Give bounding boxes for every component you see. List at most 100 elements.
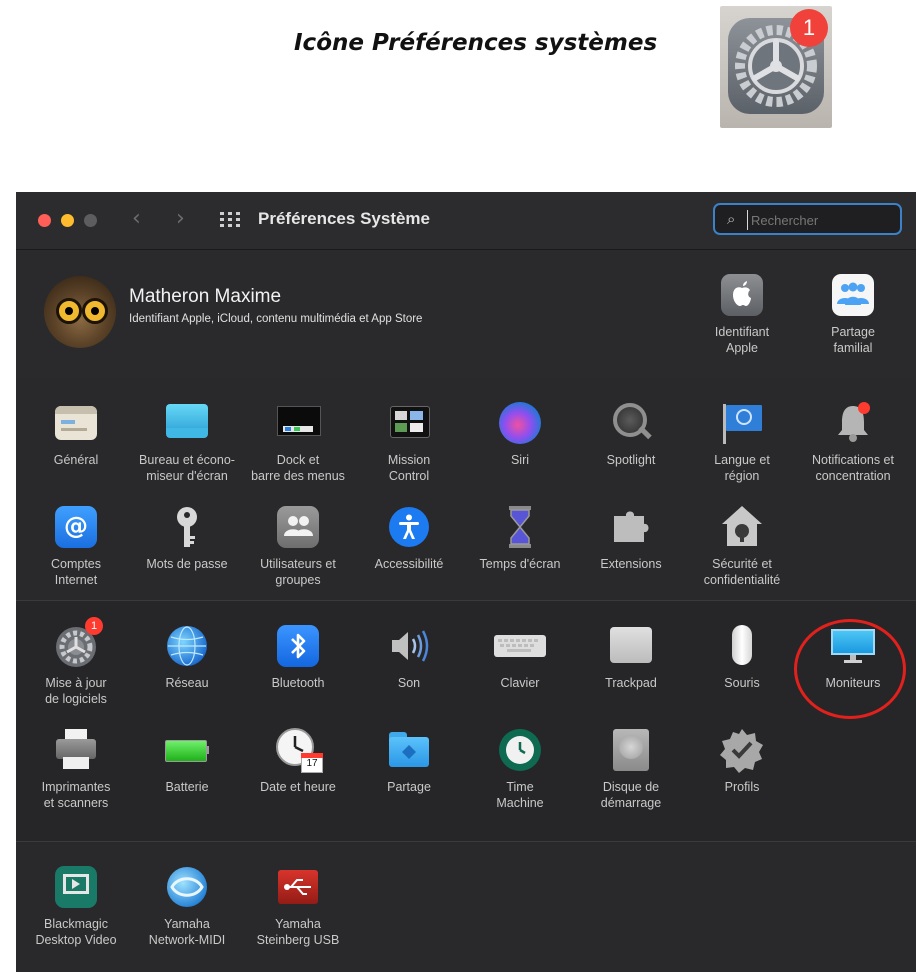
pane-apple-id[interactable]: Identifiant Apple <box>687 272 797 356</box>
pane-label: Langue et région <box>714 453 770 483</box>
pane-keyboard[interactable]: Clavier <box>465 623 575 691</box>
printers-scanners-icon <box>53 727 99 773</box>
pane-label: Time Machine <box>496 780 544 810</box>
back-icon[interactable]: ‹ <box>132 206 141 231</box>
startup-disk-icon <box>608 727 654 773</box>
dock-icon <box>275 400 321 446</box>
pane-label: Profils <box>724 780 760 794</box>
pane-internet-accounts[interactable]: @ Comptes Internet <box>21 504 131 588</box>
user-name[interactable]: Matheron Maxime <box>129 286 281 308</box>
pane-label: Partage <box>387 780 431 794</box>
pane-date-time[interactable]: 17 Date et heure <box>243 727 353 795</box>
pane-label: Batterie <box>165 780 209 794</box>
trackpad-icon <box>608 623 654 669</box>
close-button[interactable] <box>38 214 51 227</box>
pane-family-sharing[interactable]: Partage familial <box>798 272 908 356</box>
pane-label: Clavier <box>500 676 540 690</box>
user-subtitle: Identifiant Apple, iCloud, contenu multi… <box>129 313 423 325</box>
pane-battery[interactable]: Batterie <box>132 727 242 795</box>
third-party-preferences-section: Blackmagic Desktop Video Yamaha Network-… <box>16 842 916 972</box>
pane-software-update[interactable]: 1 Mise à jour de logiciels <box>21 617 131 707</box>
yamaha-steinberg-usb-icon <box>275 864 321 910</box>
pane-desktop-screensaver[interactable]: Bureau et écono- miseur d'écran <box>132 400 242 484</box>
pane-label: Spotlight <box>606 453 656 467</box>
pane-passwords[interactable]: Mots de passe <box>132 504 242 572</box>
highlight-circle <box>794 619 906 719</box>
pane-startup-disk[interactable]: Disque de démarrage <box>576 727 686 811</box>
sound-icon <box>386 623 432 669</box>
pane-sound[interactable]: Son <box>354 623 464 691</box>
search-field[interactable]: ⌕ <box>713 203 902 235</box>
siri-icon <box>497 400 543 446</box>
search-input[interactable] <box>747 210 899 230</box>
pane-extensions[interactable]: Extensions <box>576 504 686 572</box>
pane-yamaha-steinberg-usb[interactable]: Yamaha Steinberg USB <box>243 864 353 948</box>
pane-label: Dock et barre des menus <box>251 453 345 483</box>
pane-time-machine[interactable]: Time Machine <box>465 727 575 811</box>
pane-printers-scanners[interactable]: Imprimantes et scanners <box>21 727 131 811</box>
general-icon <box>53 400 99 446</box>
keyboard-icon <box>494 623 546 669</box>
battery-icon <box>164 727 210 773</box>
pane-security-privacy[interactable]: Sécurité et confidentialité <box>687 504 797 588</box>
spotlight-icon <box>608 400 654 446</box>
pane-label: Utilisateurs et groupes <box>260 557 336 587</box>
pane-label: Trackpad <box>605 676 657 690</box>
time-machine-icon <box>497 727 543 773</box>
pane-profiles[interactable]: Profils <box>687 727 797 795</box>
personal-preferences-section: Général Bureau et écono- miseur d'écran … <box>16 378 916 600</box>
pane-bluetooth[interactable]: Bluetooth <box>243 623 353 691</box>
minimize-button[interactable] <box>61 214 74 227</box>
pane-spotlight[interactable]: Spotlight <box>576 400 686 468</box>
desktop-screensaver-icon <box>164 400 210 446</box>
family-sharing-icon <box>830 272 876 318</box>
users-groups-icon <box>275 504 321 550</box>
pane-label: Date et heure <box>260 780 336 794</box>
pane-siri[interactable]: Siri <box>465 400 575 468</box>
zoom-button[interactable] <box>84 214 97 227</box>
pane-dock[interactable]: Dock et barre des menus <box>243 400 353 484</box>
pane-label: Temps d'écran <box>479 557 561 571</box>
pane-accessibility[interactable]: Accessibilité <box>354 504 464 572</box>
apple-id-section: Matheron Maxime Identifiant Apple, iClou… <box>16 250 916 378</box>
pane-network[interactable]: Réseau <box>132 623 242 691</box>
caption: Icône Préférences systèmes <box>294 30 658 56</box>
pane-label: Bluetooth <box>271 676 325 690</box>
date-time-icon: 17 <box>275 727 323 773</box>
pane-label: Mise à jour de logiciels <box>45 676 107 706</box>
pane-label: Son <box>397 676 421 690</box>
avatar[interactable] <box>44 276 116 348</box>
notifications-icon <box>830 400 876 446</box>
pane-screen-time[interactable]: Temps d'écran <box>465 504 575 572</box>
accessibility-icon <box>386 504 432 550</box>
pane-trackpad[interactable]: Trackpad <box>576 623 686 691</box>
pane-yamaha-midi[interactable]: Yamaha Network-MIDI <box>132 864 242 948</box>
hardware-preferences-section: 1 Mise à jour de logiciels Réseau Blueto… <box>16 601 916 841</box>
screen-time-icon <box>497 504 543 550</box>
pane-label: Disque de démarrage <box>600 780 662 810</box>
pane-label: Comptes Internet <box>50 557 102 587</box>
profiles-icon <box>719 727 765 773</box>
bluetooth-icon <box>275 623 321 669</box>
pane-mouse[interactable]: Souris <box>687 623 797 691</box>
pane-notifications[interactable]: Notifications et concentration <box>798 400 908 484</box>
network-icon <box>164 623 210 669</box>
pane-label: Partage familial <box>831 325 875 355</box>
forward-icon[interactable]: › <box>176 206 185 231</box>
passwords-icon <box>164 504 210 550</box>
pane-blackmagic[interactable]: Blackmagic Desktop Video <box>21 864 131 948</box>
pane-language-region[interactable]: Langue et région <box>687 400 797 484</box>
pane-label: Souris <box>724 676 760 690</box>
show-all-grid-icon[interactable] <box>220 212 240 228</box>
extensions-icon <box>608 504 654 550</box>
pane-users-groups[interactable]: Utilisateurs et groupes <box>243 504 353 588</box>
update-badge: 1 <box>85 617 103 635</box>
apple-id-icon <box>719 272 765 318</box>
pane-general[interactable]: Général <box>21 400 131 468</box>
pane-sharing[interactable]: Partage <box>354 727 464 795</box>
pane-label: Sécurité et confidentialité <box>703 557 781 587</box>
title-bar: ‹ › Préférences Système ⌕ <box>16 192 916 250</box>
pane-mission-control[interactable]: Mission Control <box>354 400 464 484</box>
security-privacy-icon <box>719 504 765 550</box>
system-preferences-window: ‹ › Préférences Système ⌕ Matheron Maxim… <box>16 192 916 972</box>
